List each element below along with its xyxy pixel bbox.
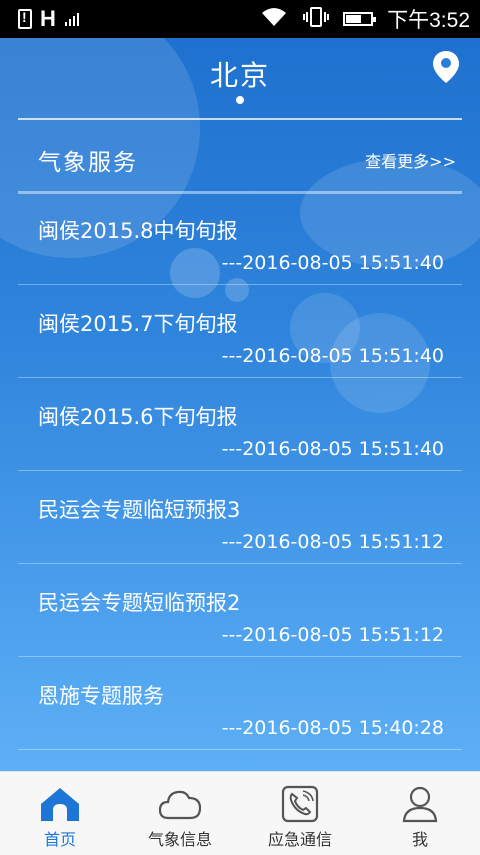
list-item[interactable]: 恩施专题服务 ---2016-08-05 15:40:28 — [0, 657, 480, 750]
header: 北京 — [0, 38, 480, 118]
section-title: 气象服务 — [38, 150, 138, 176]
vibrate-icon — [303, 6, 330, 33]
tab-label: 气象信息 — [147, 830, 212, 849]
list-item[interactable]: 民运会专题短临预报2 ---2016-08-05 15:51:12 — [0, 564, 480, 657]
item-divider — [18, 749, 462, 750]
item-time: ---2016-08-05 15:51:40 — [221, 438, 444, 460]
status-time: 下午3:52 — [387, 9, 470, 32]
page-indicator — [236, 96, 244, 104]
service-section-header: 气象服务 查看更多>> — [0, 120, 480, 192]
tab-weather-info[interactable]: 气象信息 — [120, 772, 240, 855]
item-title: 闽侯2015.7下旬旬报 — [38, 312, 238, 336]
signal-icon — [64, 12, 79, 26]
item-title: 民运会专题短临预报2 — [38, 591, 241, 615]
user-icon — [401, 784, 439, 824]
item-title: 民运会专题临短预报3 — [38, 498, 241, 522]
bottom-tab-bar: 首页 气象信息 应急通信 我 — [0, 771, 480, 855]
tab-me[interactable]: 我 — [360, 772, 480, 855]
sim-alert-icon — [18, 9, 32, 29]
tab-label: 应急通信 — [267, 830, 332, 849]
item-time: ---2016-08-05 15:40:28 — [221, 717, 444, 739]
location-pin-icon[interactable] — [432, 50, 460, 88]
tab-home[interactable]: 首页 — [0, 772, 120, 855]
tab-label: 我 — [411, 830, 428, 849]
item-time: ---2016-08-05 15:51:40 — [221, 345, 444, 367]
city-name[interactable]: 北京 — [0, 54, 480, 94]
item-title: 闽侯2015.6下旬旬报 — [38, 405, 238, 429]
service-list: 闽侯2015.8中旬旬报 ---2016-08-05 15:51:40 闽侯20… — [0, 192, 480, 750]
list-item[interactable]: 闽侯2015.8中旬旬报 ---2016-08-05 15:51:40 — [0, 192, 480, 285]
item-title: 恩施专题服务 — [38, 684, 164, 708]
item-time: ---2016-08-05 15:51:40 — [221, 252, 444, 274]
item-time: ---2016-08-05 15:51:12 — [221, 624, 444, 646]
cloud-icon — [158, 784, 202, 824]
list-item[interactable]: 闽侯2015.6下旬旬报 ---2016-08-05 15:51:40 — [0, 378, 480, 471]
phone-icon — [281, 784, 319, 824]
item-time: ---2016-08-05 15:51:12 — [221, 531, 444, 553]
network-type: H — [40, 6, 57, 31]
main-panel: 北京 气象服务 查看更多>> 闽侯2015.8中旬旬报 ---2016-08-0… — [0, 38, 480, 771]
tab-emergency[interactable]: 应急通信 — [240, 772, 360, 855]
tab-label: 首页 — [43, 830, 76, 849]
home-icon — [39, 784, 81, 824]
battery-icon — [343, 12, 377, 26]
list-item[interactable]: 闽侯2015.7下旬旬报 ---2016-08-05 15:51:40 — [0, 285, 480, 378]
list-item[interactable]: 民运会专题临短预报3 ---2016-08-05 15:51:12 — [0, 471, 480, 564]
view-more-link[interactable]: 查看更多>> — [365, 148, 456, 172]
item-title: 闽侯2015.8中旬旬报 — [38, 219, 238, 243]
status-bar: H 下午3:52 — [0, 0, 480, 38]
wifi-icon — [259, 6, 289, 33]
